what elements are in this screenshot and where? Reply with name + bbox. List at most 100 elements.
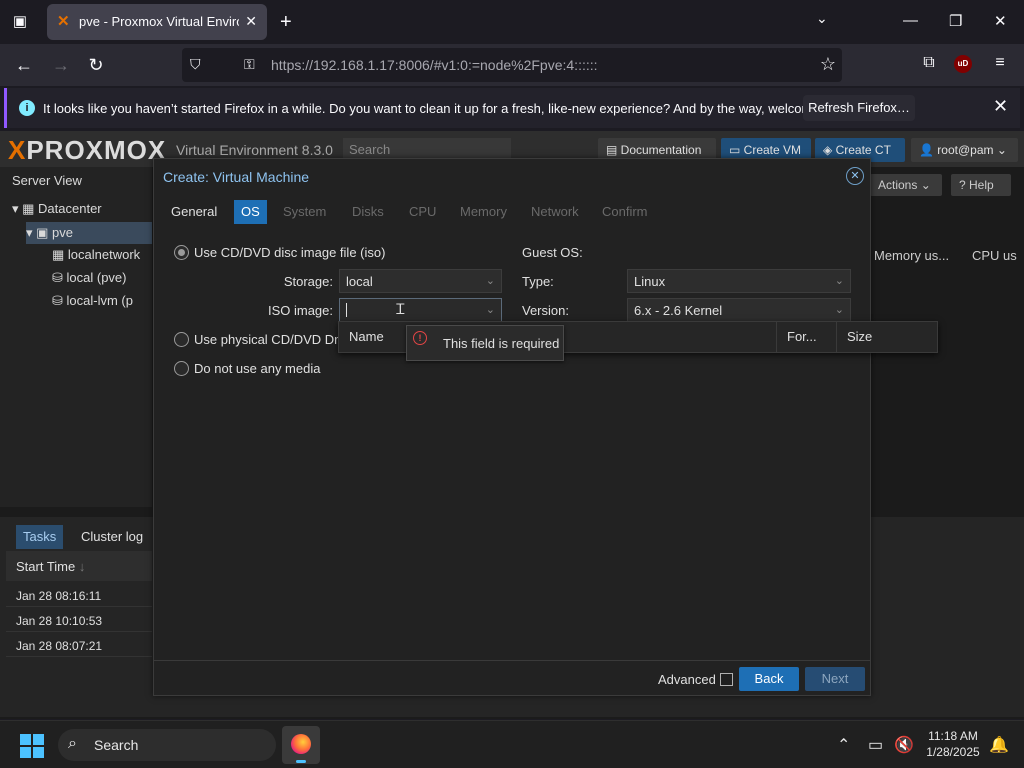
tree-item-local-lvm[interactable]: ⛁ local-lvm (p [52,293,133,309]
text-caret [346,303,347,317]
tab-confirm[interactable]: Confirm [602,200,648,224]
task-row[interactable]: Jan 28 08:16:11 [6,583,152,607]
back-arrow-icon[interactable]: ← [12,53,36,77]
shield-icon[interactable]: ⛉ [190,56,201,73]
advanced-label: Advanced [658,672,716,687]
monitor-icon: ▭ [729,143,744,157]
dialog-title: Create: Virtual Machine [163,169,310,185]
help-button[interactable]: ? Help [951,174,1011,196]
extensions-icon[interactable]: ⧉ [918,52,940,74]
bookmark-star-icon[interactable]: ☆ [820,54,836,75]
tree-item-localnetwork[interactable]: ▦ localnetwork [52,247,140,263]
column-memory[interactable]: Memory us... [874,248,949,263]
tree-item-pve[interactable]: ▾ ▣ pve [26,222,152,244]
tab-system[interactable]: System [283,200,326,224]
field-required-tooltip: ! This field is required [406,325,564,361]
tree-item-local[interactable]: ⛁ local (pve) [52,270,126,286]
radio-no-media[interactable]: Do not use any media [174,361,320,376]
browser-tab-bar: ▣ ✕ pve - Proxmox Virtual Environm ✕ + ⌄… [0,0,1024,44]
taskbar-search-box[interactable]: ⌕ Search [58,729,276,761]
os-version-select[interactable]: 6.x - 2.6 Kernel ⌄ [627,298,851,322]
advanced-checkbox[interactable] [720,673,733,686]
chevron-down-icon[interactable]: ⌄ [486,303,495,316]
tab-memory[interactable]: Memory [460,200,507,224]
url-text[interactable]: https://192.168.1.17:8006/#v1:0:=node%2F… [271,57,598,73]
network-icon[interactable]: ▭ [868,735,883,755]
os-type-select[interactable]: Linux ⌄ [627,269,851,293]
tab-overflow-chevron-icon[interactable]: ⌄ [816,10,828,27]
tab-network[interactable]: Network [531,200,579,224]
volume-muted-icon[interactable]: 🔇 [894,735,914,755]
url-bar[interactable]: ⛉ ⚿ https://192.168.1.17:8006/#v1:0:=nod… [182,48,842,82]
chevron-down-icon[interactable]: ⌄ [835,274,844,287]
radio-physical-drive[interactable]: Use physical CD/DVD Dr [174,332,338,347]
windows-start-icon[interactable] [20,734,44,758]
error-icon: ! [413,331,427,345]
sidebar-title: Server View [12,173,82,188]
user-menu-button[interactable]: 👤 root@pam ⌄ [911,138,1018,162]
chevron-down-icon[interactable]: ⌄ [835,303,844,316]
key-icon[interactable]: ⚿ [244,56,255,73]
iso-image-label: ISO image: [267,303,333,318]
tab-close-icon[interactable]: ✕ [245,13,257,30]
column-start-time[interactable]: Start Time ↓ [6,551,152,581]
radio-checked-icon[interactable] [174,245,189,260]
ublock-icon[interactable]: uD [954,55,972,73]
tab-cluster-log[interactable]: Cluster log [74,525,150,549]
book-icon: ▤ [606,143,621,157]
reload-icon[interactable]: ↻ [84,53,108,77]
actions-button[interactable]: Actions ⌄ [870,174,942,196]
tab-tasks[interactable]: Tasks [16,525,64,549]
notification-close-icon[interactable]: ✕ [993,96,1008,117]
next-button[interactable]: Next [805,667,865,691]
chevron-down-icon[interactable]: ⌄ [486,274,495,287]
firefox-logo-icon [291,734,311,754]
version-label: Version: [522,303,569,318]
tab-disks[interactable]: Disks [352,200,384,224]
clock-date: 1/28/2025 [926,745,980,759]
forward-arrow-icon[interactable]: → [49,53,73,77]
storage-label: Storage: [283,274,333,289]
task-row[interactable]: Jan 28 10:10:53 [6,608,152,632]
server-view-sidebar: Server View ▾ ▦ Datacenter ▾ ▣ pve ▦ loc… [0,167,152,507]
back-button[interactable]: Back [739,667,799,691]
info-icon: i [19,100,35,116]
tab-title: pve - Proxmox Virtual Environm [79,14,239,29]
pve-version: Virtual Environment 8.3.0 [176,142,333,158]
taskbar-clock[interactable]: 11:18 AM 1/28/2025 [920,728,986,760]
window-close-icon[interactable]: ✕ [994,12,1007,30]
tab-os[interactable]: OS [234,200,267,224]
text-cursor-icon: Ꮖ [396,301,406,317]
tab-cpu[interactable]: CPU [409,200,436,224]
tab-general[interactable]: General [171,200,217,224]
dialog-close-icon[interactable]: ✕ [846,167,864,185]
new-tab-icon[interactable]: + [280,10,292,34]
refresh-firefox-button[interactable]: Refresh Firefox… [803,95,915,121]
browser-tab-pve[interactable]: ✕ pve - Proxmox Virtual Environm ✕ [47,4,267,40]
maximize-icon[interactable]: ❐ [949,12,962,30]
guest-os-title: Guest OS: [522,245,583,260]
windows-taskbar: ⌕ Search ⌃ ▭ 🔇 11:18 AM 1/28/2025 🔔 [0,720,1024,768]
iso-image-select[interactable]: ⌄ [339,298,502,322]
firefox-taskbar-icon[interactable] [282,726,320,764]
menu-hamburger-icon[interactable]: ≡ [989,52,1011,74]
tray-overflow-chevron-icon[interactable]: ⌃ [837,735,850,755]
notification-bell-icon[interactable]: 🔔 [989,735,1009,755]
proxmox-favicon-icon: ✕ [57,13,70,30]
sort-down-icon: ↓ [78,559,86,574]
column-cpu[interactable]: CPU us [972,248,1017,263]
tree-item-datacenter[interactable]: ▾ ▦ Datacenter [12,201,102,217]
proxmox-logo: XPROXMOX [8,135,167,165]
picker-column-format[interactable]: For... [776,322,837,352]
task-row[interactable]: Jan 28 08:07:21 [6,633,152,657]
radio-unchecked-icon[interactable] [174,361,189,376]
radio-iso-file[interactable]: Use CD/DVD disc image file (iso) [174,245,385,260]
storage-select[interactable]: local ⌄ [339,269,502,293]
minimize-icon[interactable]: — [903,12,918,29]
cube-icon: ◈ [823,143,836,157]
picker-column-size[interactable]: Size [837,322,937,352]
tab-list-icon[interactable]: ▣ [8,10,32,34]
user-icon: 👤 [919,143,938,157]
radio-unchecked-icon[interactable] [174,332,189,347]
create-vm-dialog: Create: Virtual Machine ✕ General OS Sys… [153,158,938,696]
